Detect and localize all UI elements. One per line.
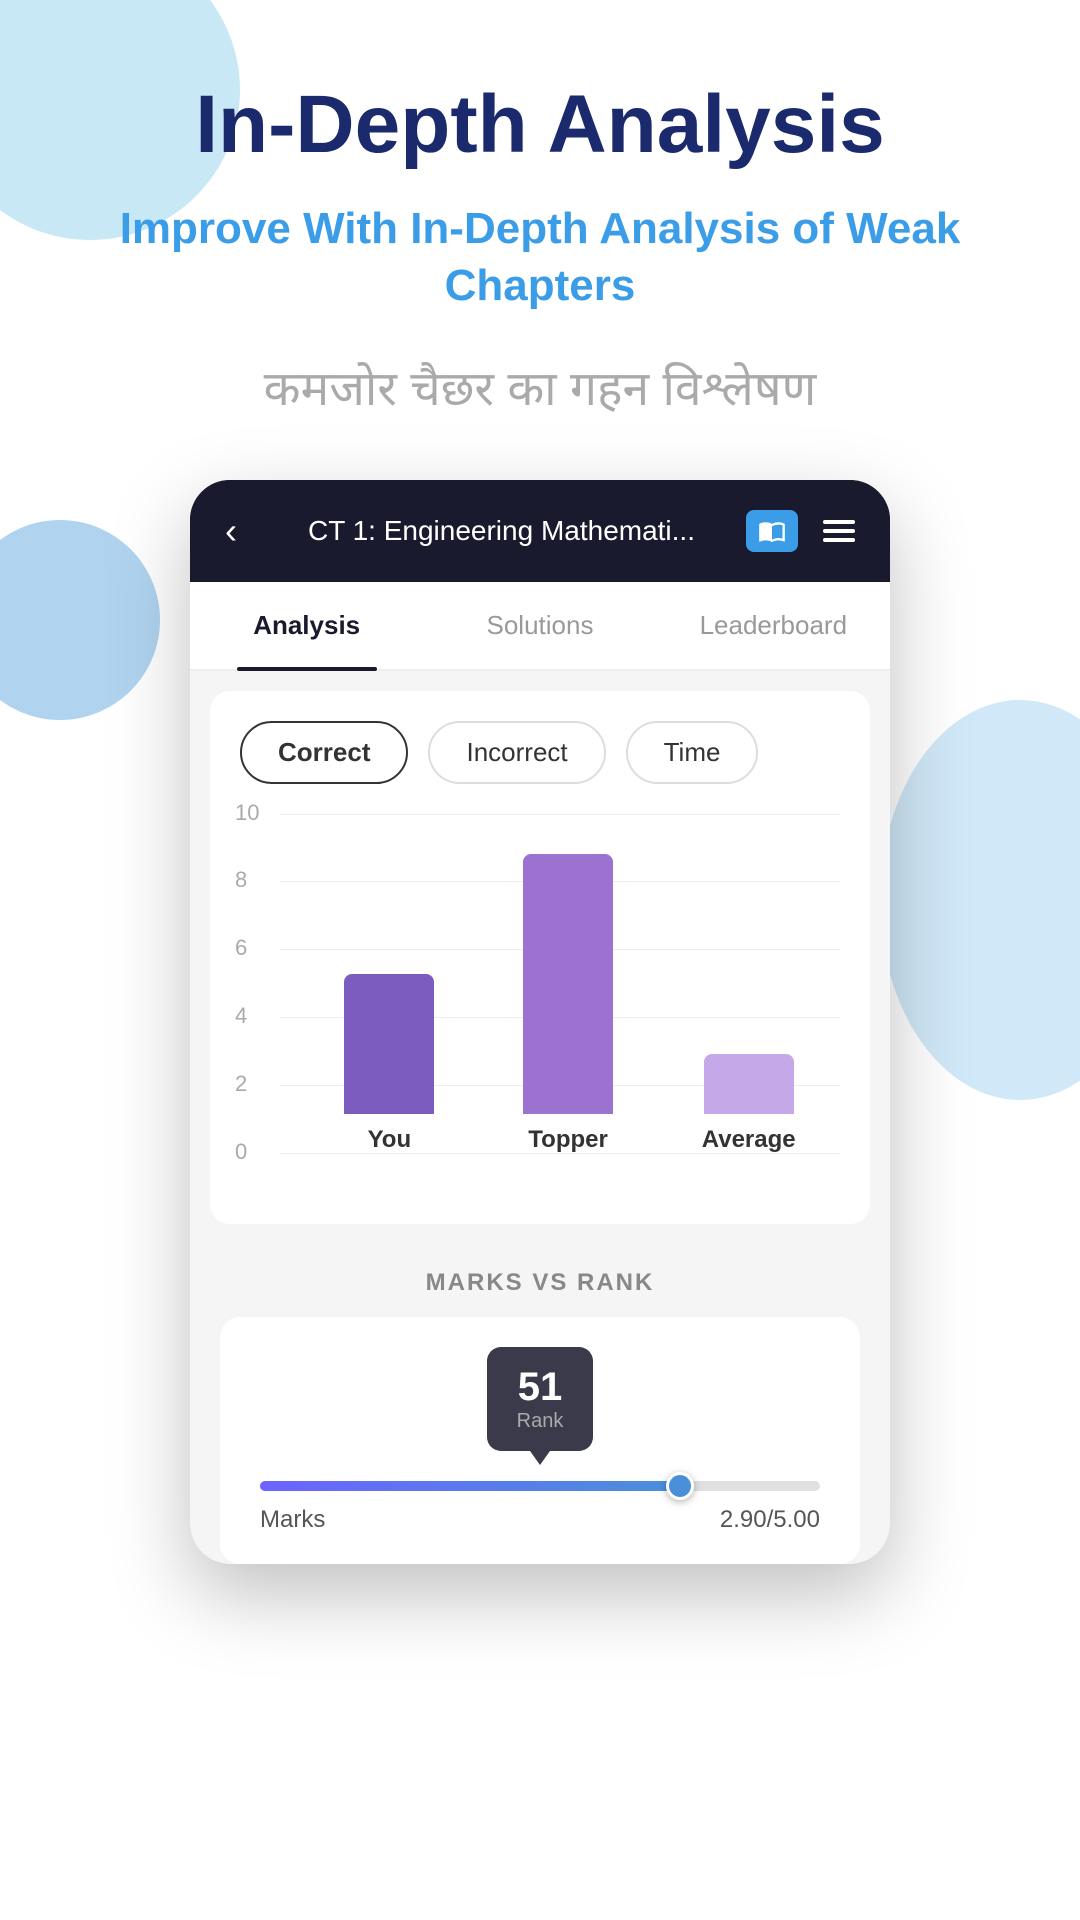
rank-bubble-container: 51 Rank bbox=[250, 1347, 830, 1451]
bar-label-average: Average bbox=[702, 1126, 796, 1154]
grid-label-2: 2 bbox=[235, 1071, 247, 1097]
bar-label-topper: Topper bbox=[528, 1126, 608, 1154]
main-title: In-Depth Analysis bbox=[60, 80, 1020, 170]
tabs-bar: Analysis Solutions Leaderboard bbox=[190, 582, 890, 671]
hamburger-line-1 bbox=[823, 520, 855, 524]
grid-label-10: 10 bbox=[235, 800, 259, 826]
bar-group-you: You bbox=[344, 974, 434, 1154]
grid-label-4: 4 bbox=[235, 1003, 247, 1029]
book-icon[interactable] bbox=[746, 510, 798, 552]
header-title: CT 1: Engineering Mathemati... bbox=[257, 515, 746, 547]
subtitle: Improve With In-Depth Analysis of Weak C… bbox=[60, 200, 1020, 314]
slider-labels: Marks 2.90/5.00 bbox=[260, 1506, 820, 1534]
header-icons bbox=[746, 510, 855, 552]
filter-correct[interactable]: Correct bbox=[240, 721, 408, 784]
bar-group-average: Average bbox=[702, 1054, 796, 1154]
content-wrapper: In-Depth Analysis Improve With In-Depth … bbox=[0, 0, 1080, 1624]
hamburger-line-2 bbox=[823, 529, 855, 533]
bar-you bbox=[344, 974, 434, 1114]
filter-incorrect[interactable]: Incorrect bbox=[428, 721, 605, 784]
back-button[interactable]: ‹ bbox=[225, 510, 237, 552]
slider-label-marks: Marks bbox=[260, 1506, 325, 1534]
bar-topper bbox=[523, 854, 613, 1114]
grid-label-6: 6 bbox=[235, 935, 247, 961]
slider-container: Marks 2.90/5.00 bbox=[250, 1481, 830, 1534]
slider-label-score: 2.90/5.00 bbox=[720, 1506, 820, 1534]
slider-thumb[interactable] bbox=[666, 1472, 694, 1500]
phone-header: ‹ CT 1: Engineering Mathemati... bbox=[190, 480, 890, 582]
filter-time[interactable]: Time bbox=[626, 721, 759, 784]
tab-solutions[interactable]: Solutions bbox=[423, 582, 656, 669]
phone-mockup: ‹ CT 1: Engineering Mathemati... bbox=[190, 480, 890, 1564]
marks-vs-rank-section: MARKS VS RANK 51 Rank bbox=[190, 1244, 890, 1564]
hamburger-line-3 bbox=[823, 538, 855, 542]
rank-number: 51 bbox=[517, 1365, 564, 1410]
filter-buttons: Correct Incorrect Time bbox=[240, 721, 840, 784]
hindi-text: कमजोर चैछर का गहन विश्लेषण bbox=[60, 355, 1020, 420]
rank-label: Rank bbox=[517, 1410, 564, 1433]
slider-track[interactable] bbox=[260, 1481, 820, 1491]
phone-body: Analysis Solutions Leaderboard Correct bbox=[190, 582, 890, 1564]
bar-average bbox=[704, 1054, 794, 1114]
marks-vs-rank-title: MARKS VS RANK bbox=[220, 1269, 860, 1297]
grid-label-8: 8 bbox=[235, 867, 247, 893]
bar-group-topper: Topper bbox=[523, 854, 613, 1154]
slider-fill bbox=[260, 1481, 680, 1491]
grid-label-0: 0 bbox=[235, 1139, 247, 1165]
bars-area: You Topper Average bbox=[300, 814, 840, 1154]
menu-icon[interactable] bbox=[823, 520, 855, 542]
rank-card: 51 Rank Marks 2.90/5.00 bbox=[220, 1317, 860, 1564]
bar-label-you: You bbox=[368, 1126, 412, 1154]
rank-bubble: 51 Rank bbox=[487, 1347, 594, 1451]
tab-analysis[interactable]: Analysis bbox=[190, 582, 423, 669]
chart-section: Correct Incorrect Time 10 bbox=[210, 691, 870, 1224]
bar-chart: 10 8 6 4 2 bbox=[240, 814, 840, 1194]
tab-leaderboard[interactable]: Leaderboard bbox=[657, 582, 890, 669]
